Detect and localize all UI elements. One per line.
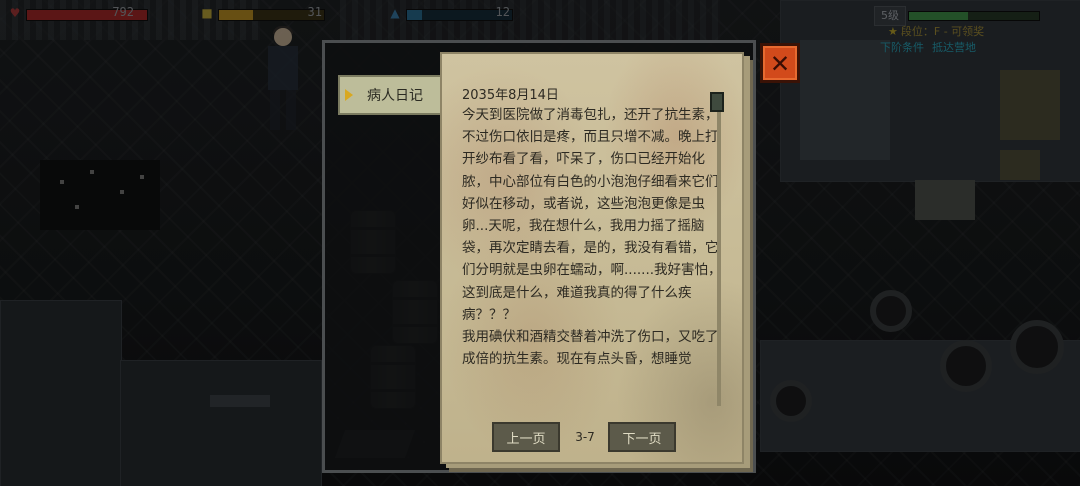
diary-date: 2035年8月14日 [462,88,559,103]
next-page-button[interactable]: 下一页 [608,422,676,452]
scrollbar-thumb[interactable] [710,92,724,112]
previous-page-button[interactable]: 上一页 [492,422,560,452]
close-button[interactable]: ✕ [760,43,800,83]
page-indicator: 3-7 [575,430,595,444]
play-arrow-icon [345,89,353,101]
tab-label: 病人日记 [367,88,423,104]
close-x-icon: ✕ [770,45,790,80]
diary-text[interactable]: 今天到医院做了消毒包扎，还开了抗生素，不过伤口依旧是疼，而且只增不减。晚上打开纱… [462,104,724,412]
diary-page: 2035年8月14日 今天到医院做了消毒包扎，还开了抗生素，不过伤口依旧是疼，而… [440,52,744,464]
tab-patient-diary[interactable]: 病人日记 [338,75,442,115]
scrollbar-track[interactable] [717,94,721,406]
